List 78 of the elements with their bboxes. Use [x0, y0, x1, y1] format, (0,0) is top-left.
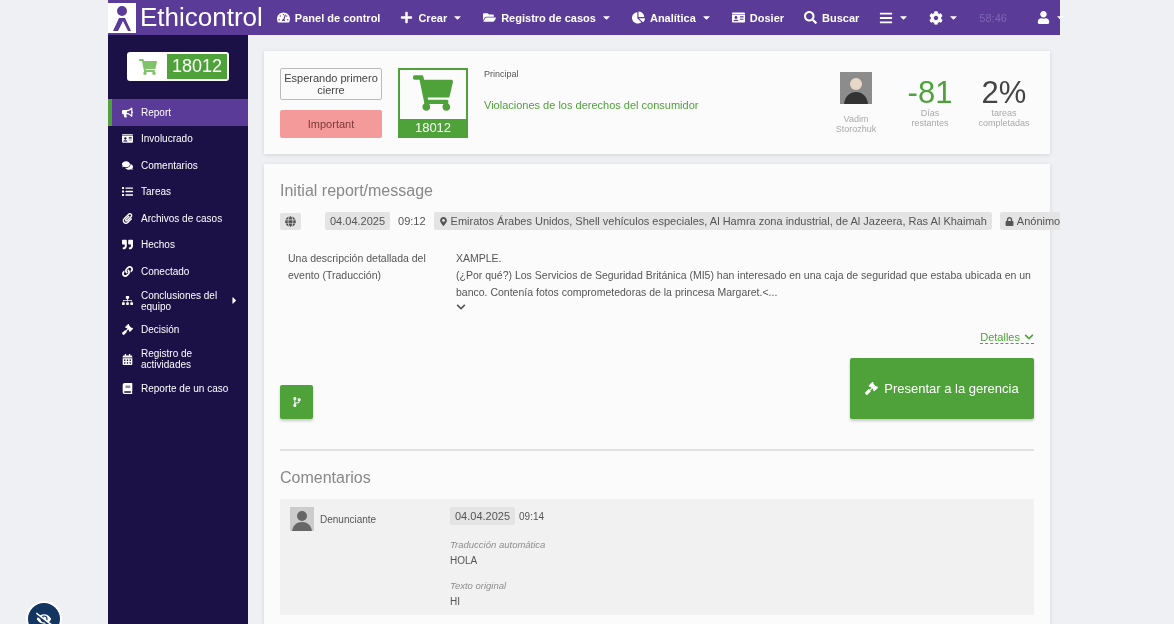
nav-menu-item[interactable]: Buscar [804, 11, 860, 24]
settings-button[interactable] [929, 10, 960, 25]
gavel-icon [122, 324, 133, 336]
sidebar-item[interactable]: Conectado [108, 258, 248, 285]
priority-button[interactable]: Important [280, 109, 382, 138]
menu-icon [879, 10, 894, 25]
report-location: Emiratos Árabes Unidos, Shell vehículos especiales, Al Hamra zona industrial, de Al Jazeera, Ras Al Khaimah [433, 212, 992, 230]
anonymity-label: Anónimo [999, 212, 1060, 230]
eye-slash-icon [36, 611, 52, 624]
user-icon [1036, 11, 1050, 24]
case-number: 18012 [167, 54, 227, 79]
days-label: Días restantes [910, 108, 950, 128]
user-menu-button[interactable] [1036, 11, 1066, 24]
nav-menu-item[interactable]: Analítica [631, 11, 712, 24]
nav-menu-item[interactable]: Panel de control [276, 11, 381, 24]
paperclip-icon [122, 212, 133, 224]
chat-bubbles-icon [122, 159, 133, 171]
search-icon [804, 11, 818, 24]
description-text: (¿Por qué?) Los Servicios de Seguridad Británica (MI5) han interesado en una caja de seguridad que estaba ubicada en un banco. Contenía fotos comprometedoras de la princesa Margaret.<... [456, 267, 1032, 300]
comment-text: HOLA [450, 555, 479, 567]
description-text: XAMPLE. [456, 251, 503, 266]
assignee-name: Vadim Storozhuk [834, 113, 878, 134]
quote-icon [122, 239, 133, 251]
list-icon [122, 186, 133, 198]
sidebar-item[interactable]: Involucrado [108, 125, 248, 152]
gavel-icon [865, 382, 879, 396]
comment-author: Denunciante [320, 513, 377, 525]
megaphone-icon [122, 106, 133, 118]
folder-icon [483, 11, 497, 24]
hierarchy-icon [122, 295, 133, 306]
status-label: Esperando primero cierre [280, 67, 382, 100]
sidebar-item[interactable]: Conclusiones del equipo [108, 284, 248, 317]
id-card-icon [122, 133, 133, 145]
sidebar-item[interactable]: Report [108, 99, 248, 126]
section-title: Comentarios [280, 469, 372, 488]
sidebar-item[interactable]: Comentarios [108, 152, 248, 179]
pie-chart-icon [631, 11, 645, 24]
map-pin-icon [438, 216, 448, 226]
comment-time: 09:14 [519, 510, 545, 522]
menu-button[interactable] [879, 10, 910, 25]
original-label: Texto original [450, 580, 508, 592]
avatar-icon [290, 507, 314, 532]
report-time: 09:12 [398, 215, 426, 227]
section-title: Initial report/message [280, 182, 434, 200]
plus-icon [400, 11, 414, 24]
id-card-icon [731, 11, 745, 24]
category-label: Principal [484, 69, 520, 79]
settings-icon [929, 10, 944, 25]
globe-icon [285, 215, 296, 227]
report-date: 04.04.2025 [325, 212, 391, 230]
sidebar-item[interactable]: Archivos de casos [108, 205, 248, 232]
cart-icon [139, 57, 157, 76]
brand-name: Ethicontrol [140, 2, 263, 33]
nav-menu-item[interactable]: Crear [400, 11, 464, 24]
sidebar-item[interactable]: Registro de actividades [108, 343, 248, 375]
progress-value: 2% [981, 77, 1027, 108]
book-icon [122, 382, 133, 394]
lock-icon [1004, 216, 1014, 226]
category-name: Violaciones de los derechos del consumidor [484, 99, 700, 111]
field-label: Una descripción detallada del evento (Traducción) [288, 251, 427, 283]
avatar-icon [840, 71, 872, 104]
cart-icon [413, 72, 453, 113]
calendar-icon [122, 353, 133, 365]
comment-text: HI [450, 596, 461, 608]
days-remaining: -81 [907, 77, 953, 108]
comment-date: 04.04.2025 [450, 507, 516, 526]
nav-menu-item[interactable]: Dosier [731, 11, 785, 24]
sidebar-item[interactable]: Reporte de un caso [108, 375, 248, 402]
case-number: 18012 [400, 118, 466, 136]
progress-label: tareas completadas [977, 108, 1031, 128]
sidebar-item[interactable]: Tareas [108, 178, 248, 205]
gauge-icon [276, 11, 290, 24]
link-icon [122, 265, 133, 277]
branch-icon [291, 397, 302, 408]
translation-label: Traducción automática [450, 539, 547, 551]
sidebar-item[interactable]: Decisión [108, 316, 248, 343]
nav-menu-item[interactable]: Registro de casos [483, 11, 612, 24]
sidebar-item[interactable]: Hechos [108, 231, 248, 258]
